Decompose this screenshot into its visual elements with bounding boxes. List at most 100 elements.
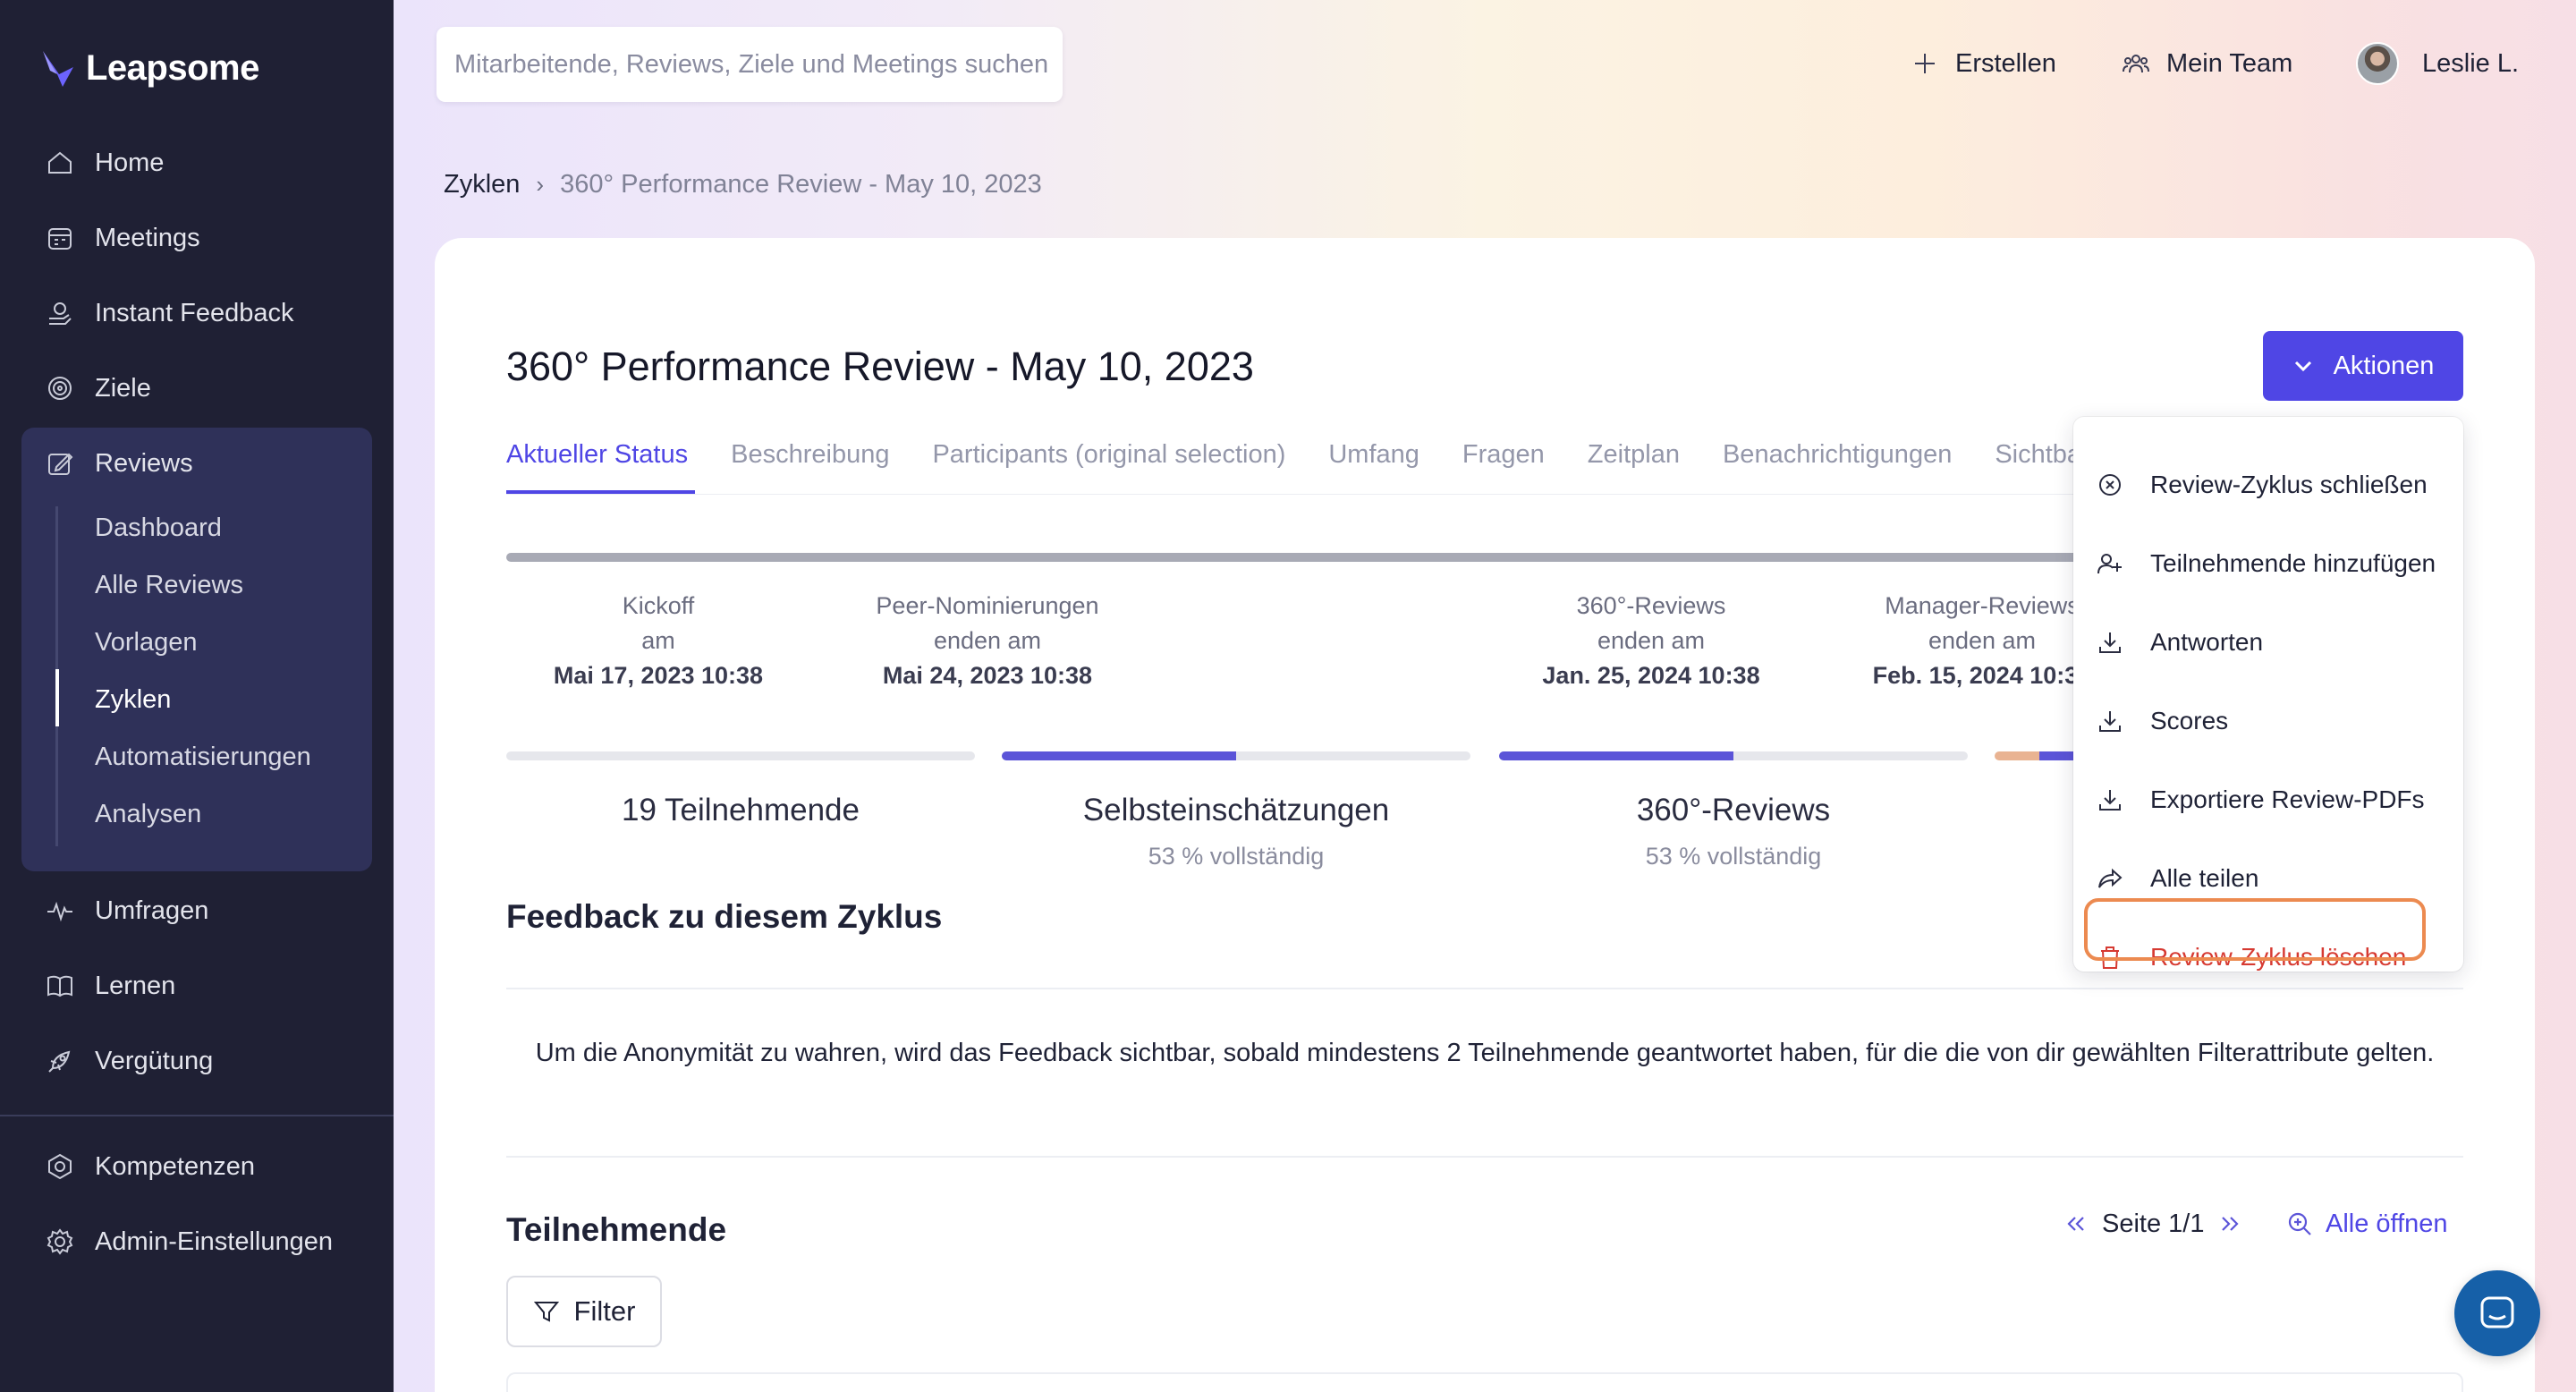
- milestone-label: Kickoff: [622, 592, 695, 619]
- create-button[interactable]: Erstellen: [1911, 41, 2056, 86]
- menu-item-label: Exportiere Review-PDFs: [2150, 785, 2425, 813]
- competencies-icon: [45, 1151, 75, 1182]
- double-chevron-left-icon[interactable]: [2063, 1210, 2089, 1237]
- menu-item-scores[interactable]: Scores: [2073, 694, 2463, 748]
- menu-item-close-cycle[interactable]: Review-Zyklus schließen: [2073, 458, 2463, 512]
- open-all-label: Alle öffnen: [2326, 1209, 2448, 1238]
- sidebar-item-kompetenzen[interactable]: Kompetenzen: [45, 1145, 255, 1188]
- sidebar-divider: [0, 1115, 394, 1116]
- sidebar-subitem-automatisierungen[interactable]: Automatisierungen: [95, 737, 311, 777]
- sidebar-item-home[interactable]: Home: [45, 141, 164, 184]
- divider: [506, 988, 2463, 989]
- progress-manager-reviews: [1995, 751, 2084, 760]
- menu-item-export-pdfs[interactable]: Exportiere Review-PDFs: [2073, 773, 2463, 827]
- sidebar-subitem-dashboard[interactable]: Dashboard: [95, 508, 222, 547]
- submenu-active-indicator: [55, 669, 59, 726]
- close-circle-icon: [2099, 474, 2121, 496]
- timeline-bar: [506, 553, 2080, 562]
- user-name: Leslie L.: [2422, 48, 2520, 78]
- sidebar-item-umfragen[interactable]: Umfragen: [45, 889, 208, 932]
- breadcrumb-zyklen-link[interactable]: Zyklen: [444, 170, 520, 199]
- menu-item-label: Alle teilen: [2150, 864, 2259, 892]
- filter-label: Filter: [573, 1295, 636, 1327]
- menu-item-label: Antworten: [2150, 628, 2264, 656]
- sidebar-item-label: Kompetenzen: [95, 1151, 255, 1181]
- milestone-kickoff: Kickoff am Mai 17, 2023 10:38: [506, 589, 810, 693]
- avatar: [2356, 42, 2399, 85]
- delete-item-highlight: [2084, 898, 2426, 961]
- participants-section-title: Teilnehmende: [506, 1211, 727, 1248]
- chevron-right-icon: ›: [536, 170, 545, 198]
- sidebar-subitem-vorlagen[interactable]: Vorlagen: [95, 623, 198, 662]
- sidebar-item-label: Umfragen: [95, 895, 209, 925]
- plus-icon: [1915, 54, 1935, 73]
- milestone-date: Mai 17, 2023 10:38: [553, 662, 764, 689]
- chat-launcher-button[interactable]: [2454, 1270, 2540, 1356]
- sidebar-subitem-alle-reviews[interactable]: Alle Reviews: [95, 565, 243, 605]
- sidebar-item-verguetung[interactable]: Vergütung: [45, 1040, 213, 1082]
- menu-item-label: Teilnehmende hinzufügen: [2150, 549, 2436, 577]
- filter-button[interactable]: Filter: [506, 1276, 662, 1347]
- sidebar-item-lernen[interactable]: Lernen: [45, 964, 175, 1007]
- participants-table: [506, 1372, 2463, 1392]
- sidebar-item-instant-feedback[interactable]: Instant Feedback: [45, 292, 293, 335]
- milestone-sublabel: enden am: [1597, 627, 1706, 654]
- tab-bar: Aktueller Status Beschreibung Participan…: [506, 440, 2131, 483]
- actions-button[interactable]: Aktionen: [2263, 331, 2463, 401]
- chat-icon: [2480, 1296, 2514, 1328]
- menu-item-add-participants[interactable]: Teilnehmende hinzufügen: [2073, 537, 2463, 590]
- milestone-label: Peer-Nominierungen: [876, 592, 1099, 619]
- sidebar-subitem-analysen[interactable]: Analysen: [95, 794, 201, 834]
- rocket-icon: [45, 1046, 75, 1076]
- share-icon: [2098, 868, 2123, 888]
- team-icon: [2123, 55, 2149, 73]
- sidebar-item-label: Lernen: [95, 971, 176, 1000]
- menu-item-share-all[interactable]: Alle teilen: [2073, 852, 2463, 905]
- breadcrumb-current: 360° Performance Review - May 10, 2023: [560, 169, 1042, 199]
- menu-item-answers[interactable]: Antworten: [2073, 615, 2463, 669]
- progress-fill: [1002, 751, 1236, 760]
- sidebar-subitem-zyklen[interactable]: Zyklen: [95, 680, 171, 719]
- double-chevron-right-icon[interactable]: [2216, 1210, 2243, 1237]
- milestone-sublabel: enden am: [933, 627, 1042, 654]
- divider: [506, 1156, 2463, 1158]
- progress-participants: [506, 751, 975, 760]
- tab-participants[interactable]: Participants (original selection): [932, 440, 1285, 483]
- sidebar-item-meetings[interactable]: Meetings: [45, 216, 200, 259]
- book-icon: [45, 971, 75, 1001]
- active-tab-indicator: [506, 490, 695, 494]
- sidebar-item-label: Reviews: [95, 448, 193, 478]
- sidebar-item-label: Instant Feedback: [95, 298, 294, 327]
- global-search-input[interactable]: Mitarbeitende, Reviews, Ziele und Meetin…: [436, 27, 1063, 102]
- tab-umfang[interactable]: Umfang: [1328, 440, 1419, 483]
- milestone-date: Mai 24, 2023 10:38: [882, 662, 1093, 689]
- milestone-peer-nominations: Peer-Nominierungen enden am Mai 24, 2023…: [835, 589, 1140, 693]
- stat-self-assessments-sub: 53 % vollständig: [1148, 843, 1325, 870]
- tab-zeitplan[interactable]: Zeitplan: [1588, 440, 1680, 483]
- actions-dropdown-menu: Review-Zyklus schließen Teilnehmende hin…: [2073, 417, 2463, 972]
- add-user-icon: [2097, 554, 2122, 574]
- milestone-sublabel: am: [641, 627, 675, 654]
- feedback-section-title: Feedback zu diesem Zyklus: [506, 898, 943, 935]
- stat-360-reviews-title: 360°-Reviews: [1636, 793, 1831, 828]
- stat-self-assessments-title: Selbsteinschätzungen: [1082, 793, 1390, 828]
- stat-participants-title: 19 Teilnehmende: [622, 793, 860, 828]
- sidebar: Leapsome Home Meetings Instant Feedback …: [0, 0, 394, 1392]
- meetings-icon: [45, 223, 75, 253]
- tab-beschreibung[interactable]: Beschreibung: [731, 440, 889, 483]
- page-title: 360° Performance Review - May 10, 2023: [506, 344, 1254, 389]
- leapsome-logo[interactable]: Leapsome: [39, 43, 259, 93]
- my-team-button[interactable]: Mein Team: [2122, 41, 2292, 86]
- pagination: Seite 1/1: [2063, 1204, 2243, 1243]
- tab-fragen[interactable]: Fragen: [1462, 440, 1545, 483]
- progress-360-reviews: [1499, 751, 1968, 760]
- sidebar-item-admin-einstellungen[interactable]: Admin-Einstellungen: [45, 1220, 333, 1263]
- download-icon: [2099, 632, 2121, 653]
- sidebar-item-reviews[interactable]: Reviews: [45, 442, 193, 485]
- sidebar-item-ziele[interactable]: Ziele: [45, 367, 151, 410]
- tab-aktueller-status[interactable]: Aktueller Status: [506, 440, 688, 483]
- user-menu[interactable]: Leslie L.: [2356, 41, 2519, 86]
- open-all-button[interactable]: Alle öffnen: [2286, 1204, 2448, 1243]
- breadcrumb: Zyklen › 360° Performance Review - May 1…: [444, 165, 1042, 204]
- tab-benachrichtigungen[interactable]: Benachrichtigungen: [1723, 440, 1952, 483]
